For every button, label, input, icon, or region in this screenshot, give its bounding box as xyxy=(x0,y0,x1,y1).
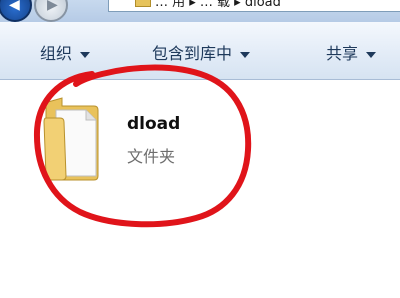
forward-button[interactable]: ▶ xyxy=(34,0,68,22)
command-bar: 组织 包含到库中 共享 xyxy=(0,22,400,80)
address-folder-icon xyxy=(135,0,151,7)
chevron-down-icon xyxy=(240,51,251,58)
chevron-down-icon xyxy=(80,51,91,58)
title-bar: ◀ ▶ … 用 ▸ … 载 ▸ dload xyxy=(0,0,400,22)
chevron-down-icon xyxy=(366,51,377,58)
organize-menu-button[interactable]: 组织 xyxy=(40,40,91,64)
forward-arrow-icon: ▶ xyxy=(47,0,58,13)
include-in-library-label: 包含到库中 xyxy=(152,44,233,63)
back-button[interactable]: ◀ xyxy=(0,0,32,22)
item-type: 文件夹 xyxy=(127,147,176,166)
item-name: dload xyxy=(127,114,181,134)
back-arrow-icon: ◀ xyxy=(9,0,20,13)
share-menu-button[interactable]: 共享 xyxy=(326,40,377,64)
share-label: 共享 xyxy=(326,44,359,63)
organize-label: 组织 xyxy=(40,44,73,63)
file-list: dload 文件夹 xyxy=(0,80,400,298)
folder-icon xyxy=(43,97,99,181)
include-in-library-menu-button[interactable]: 包含到库中 xyxy=(152,40,251,64)
address-path: … 用 ▸ … 载 ▸ dload xyxy=(155,0,281,10)
address-bar[interactable]: … 用 ▸ … 载 ▸ dload xyxy=(108,0,400,12)
